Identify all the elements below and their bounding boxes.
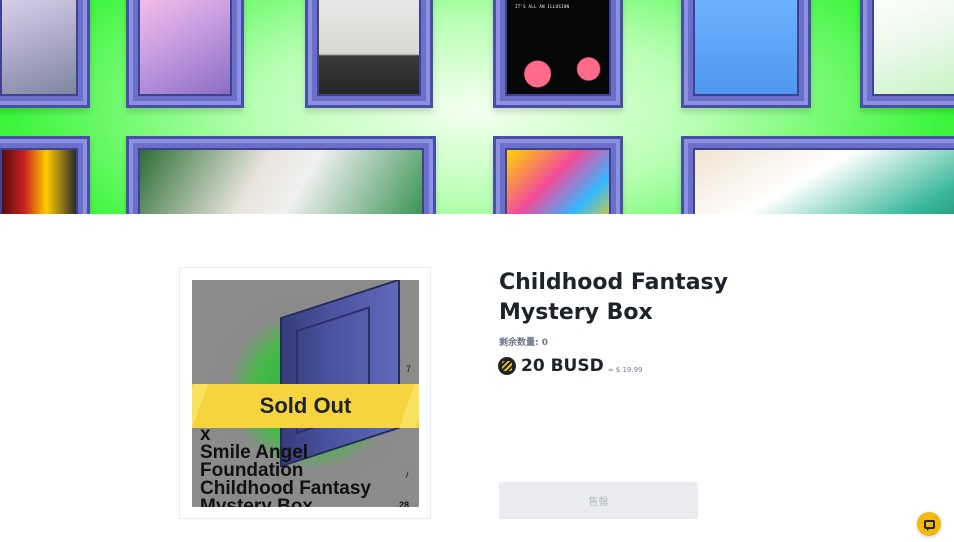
sold-out-button[interactable]: 售罄 xyxy=(499,482,698,519)
gallery-artwork xyxy=(681,136,954,214)
price-row: 20 BUSD ≈ $ 19.99 xyxy=(498,355,643,377)
gallery-artwork xyxy=(493,136,623,214)
gallery-artwork xyxy=(860,0,954,108)
brand-text: ATTA xyxy=(192,280,194,380)
box-caption: x Smile Angel Foundation Childhood Fanta… xyxy=(200,425,371,507)
artwork-caption: IT'S ALL AN ILLUSION xyxy=(515,4,570,9)
mystery-box-image: ATTA 7 / 28 Sold Out x Smile Angel Found… xyxy=(192,280,419,507)
price-value: 20 BUSD xyxy=(521,356,604,376)
chat-icon xyxy=(923,519,935,531)
gallery-artwork xyxy=(126,136,436,214)
hero-gallery-banner: IT'S ALL AN ILLUSION xyxy=(0,0,954,214)
gallery-artwork xyxy=(0,136,90,214)
product-title: Childhood Fantasy Mystery Box xyxy=(499,270,728,325)
sold-out-label: Sold Out xyxy=(259,393,352,418)
gallery-artwork: IT'S ALL AN ILLUSION xyxy=(493,0,623,108)
box-number-bottom: 28 xyxy=(399,500,410,507)
price-usd-equivalent: ≈ $ 19.99 xyxy=(607,366,643,374)
gallery-artwork xyxy=(126,0,244,108)
remaining-quantity: 剩余数量: 0 xyxy=(499,338,548,348)
box-number-top: 7 xyxy=(406,364,412,374)
gallery-artwork xyxy=(0,0,90,108)
gallery-artwork xyxy=(305,0,433,108)
gallery-artwork xyxy=(681,0,811,108)
busd-icon xyxy=(498,357,516,375)
chat-button[interactable] xyxy=(917,512,941,536)
box-number-separator: / xyxy=(406,470,409,480)
product-image-card: ATTA 7 / 28 Sold Out x Smile Angel Found… xyxy=(179,267,431,519)
box-caption-line: Mystery Box xyxy=(200,496,313,507)
